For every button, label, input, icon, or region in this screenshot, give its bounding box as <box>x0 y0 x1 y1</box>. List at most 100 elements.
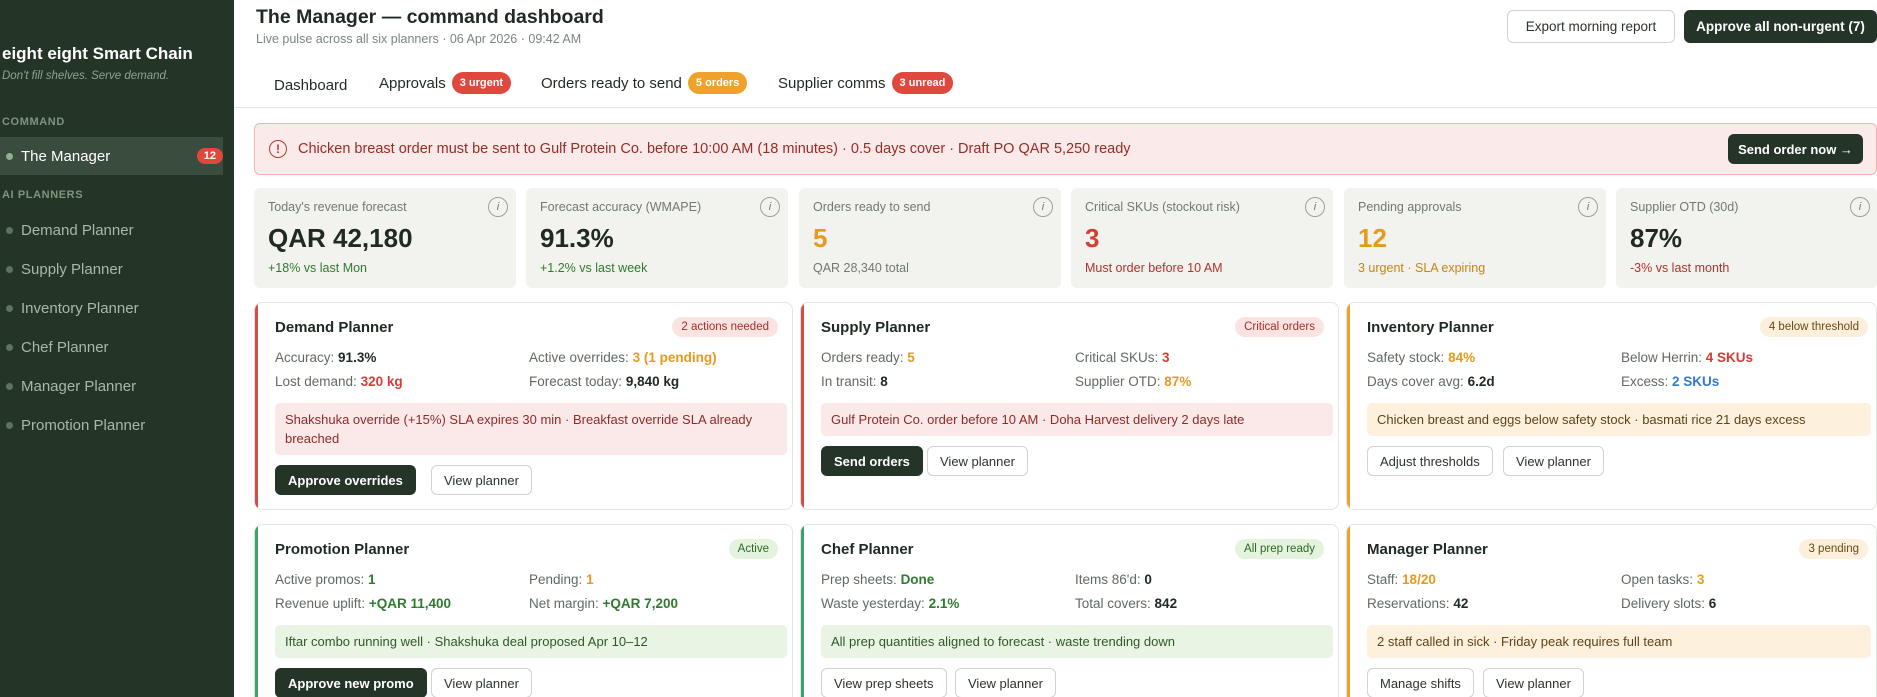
kpi-subtext: Must order before 10 AM <box>1085 261 1223 275</box>
card-title: Inventory Planner <box>1367 319 1494 336</box>
stat-staff: Staff: 18/20 <box>1367 572 1436 587</box>
sidebar-item-promotion-planner[interactable]: Promotion Planner <box>0 406 223 444</box>
manage-shifts-button[interactable]: Manage shifts <box>1367 668 1474 697</box>
page-title: The Manager — command dashboard <box>256 6 604 28</box>
sidebar-item-manager-planner[interactable]: Manager Planner <box>0 367 223 405</box>
kpi-label: Critical SKUs (stockout risk) <box>1085 200 1240 214</box>
sidebar-item-demand-planner[interactable]: Demand Planner <box>0 211 223 249</box>
send-orders-button[interactable]: Send orders <box>821 446 923 476</box>
planner-card-chef: Chef Planner All prep ready Prep sheets:… <box>800 524 1339 697</box>
kpi-label: Orders ready to send <box>813 200 931 214</box>
stat-reservations: Reservations: 42 <box>1367 596 1469 611</box>
sidebar-item-label: Manager Planner <box>21 377 137 395</box>
card-accent <box>1347 303 1350 509</box>
send-order-now-button[interactable]: Send order now → <box>1728 134 1863 164</box>
card-note: Shakshuka override (+15%) SLA expires 30… <box>275 403 787 455</box>
info-icon[interactable]: i <box>760 197 780 217</box>
stat-critical-skus: Critical SKUs: 3 <box>1075 350 1170 365</box>
sidebar-count-badge: 12 <box>196 148 223 164</box>
urgent-alert-banner: ! Chicken breast order must be sent to G… <box>254 123 1877 175</box>
card-note: Gulf Protein Co. order before 10 AM · Do… <box>821 403 1333 436</box>
stat-active-promos: Active promos: 1 <box>275 572 376 587</box>
stat-net-margin: Net margin: +QAR 7,200 <box>529 596 678 611</box>
sidebar-item-label: Promotion Planner <box>21 416 146 434</box>
info-icon[interactable]: i <box>1033 197 1053 217</box>
card-accent <box>255 303 258 509</box>
kpi-subtext: +18% vs last Mon <box>268 261 368 275</box>
export-report-button[interactable]: Export morning report <box>1507 10 1675 43</box>
stat-safety-stock: Safety stock: 84% <box>1367 350 1476 365</box>
section-label-command: COMMAND <box>2 116 65 128</box>
planner-card-supply: Supply Planner Critical orders Orders re… <box>800 302 1339 510</box>
stat-revenue-uplift: Revenue uplift: +QAR 11,400 <box>275 596 452 611</box>
tab-badge: 5 orders <box>687 72 748 94</box>
planner-card-inventory: Inventory Planner 4 below threshold Safe… <box>1346 302 1877 510</box>
kpi-subtext: -3% vs last month <box>1630 261 1730 275</box>
sidebar-item-chef-planner[interactable]: Chef Planner <box>0 328 223 366</box>
stat-excess: Excess: 2 SKUs <box>1621 374 1720 389</box>
card-title: Chef Planner <box>821 541 914 558</box>
approve-all-button[interactable]: Approve all non-urgent (7) <box>1684 10 1877 43</box>
sidebar-item-label: Supply Planner <box>21 260 123 278</box>
kpi-value: 12 <box>1358 223 1387 253</box>
status-badge: 3 pending <box>1799 539 1868 559</box>
kpi-card-pending-approvals: Pending approvals i 12 3 urgent · SLA ex… <box>1344 188 1606 288</box>
view-planner-button[interactable]: View planner <box>955 668 1056 697</box>
info-icon[interactable]: i <box>1305 197 1325 217</box>
view-planner-button[interactable]: View planner <box>1483 668 1584 697</box>
sidebar-item-supply-planner[interactable]: Supply Planner <box>0 250 223 288</box>
planner-card-manager: Manager Planner 3 pending Staff: 18/20 O… <box>1346 524 1877 697</box>
stat-orders-ready: Orders ready: 5 <box>821 350 915 365</box>
tab-approvals[interactable]: Approvals 3 urgent <box>379 72 512 94</box>
brand-tagline: Don't fill shelves. Serve demand. <box>2 70 170 82</box>
brand-name: eight eight Smart Chain <box>2 44 193 63</box>
approve-overrides-button[interactable]: Approve overrides <box>275 465 416 495</box>
view-planner-button[interactable]: View planner <box>431 668 532 697</box>
kpi-label: Pending approvals <box>1358 200 1462 214</box>
kpi-card-revenue-forecast: Today's revenue forecast i QAR 42,180 +1… <box>254 188 516 288</box>
card-title: Manager Planner <box>1367 541 1488 558</box>
page-subtitle: Live pulse across all six planners · 06 … <box>256 32 582 46</box>
sidebar-item-the-manager[interactable]: The Manager 12 <box>0 137 223 175</box>
card-note: Iftar combo running well · Shakshuka dea… <box>275 625 787 658</box>
card-title: Promotion Planner <box>275 541 410 558</box>
bullet-icon <box>6 265 13 273</box>
sidebar-item-inventory-planner[interactable]: Inventory Planner <box>0 289 223 327</box>
stat-pending: Pending: 1 <box>529 572 594 587</box>
kpi-label: Today's revenue forecast <box>268 200 407 214</box>
tab-supplier-comms[interactable]: Supplier comms 3 unread <box>778 72 954 94</box>
kpi-card-orders-ready: Orders ready to send i 5 QAR 28,340 tota… <box>799 188 1061 288</box>
bullet-icon <box>6 226 13 234</box>
info-icon[interactable]: i <box>488 197 508 217</box>
info-icon[interactable]: i <box>1578 197 1598 217</box>
adjust-thresholds-button[interactable]: Adjust thresholds <box>1367 446 1493 476</box>
stat-total-covers: Total covers: 842 <box>1075 596 1178 611</box>
kpi-subtext: QAR 28,340 total <box>813 261 909 275</box>
card-note: Chicken breast and eggs below safety sto… <box>1367 403 1871 436</box>
stat-lost-demand: Lost demand: 320 kg <box>275 374 403 389</box>
stat-prep-sheets: Prep sheets: Done <box>821 572 935 587</box>
approve-new-promo-button[interactable]: Approve new promo <box>275 668 427 697</box>
kpi-value: 3 <box>1085 223 1100 253</box>
tab-dashboard[interactable]: Dashboard <box>274 77 347 94</box>
stat-waste-yesterday: Waste yesterday: 2.1% <box>821 596 960 611</box>
view-planner-button[interactable]: View planner <box>1503 446 1604 476</box>
stat-forecast-today: Forecast today: 9,840 kg <box>529 374 680 389</box>
kpi-subtext: +1.2% vs last week <box>540 261 648 275</box>
tab-badge: 3 unread <box>891 72 954 94</box>
kpi-label: Supplier OTD (30d) <box>1630 200 1739 214</box>
stat-items-86d: Items 86'd: 0 <box>1075 572 1152 587</box>
stat-active-overrides: Active overrides: 3 (1 pending) <box>529 350 717 365</box>
view-planner-button[interactable]: View planner <box>927 446 1028 476</box>
card-title: Supply Planner <box>821 319 931 336</box>
planner-card-promotion: Promotion Planner Active Active promos: … <box>254 524 793 697</box>
kpi-value: 87% <box>1630 223 1683 253</box>
view-planner-button[interactable]: View planner <box>431 465 532 495</box>
card-accent <box>801 303 804 509</box>
alert-message: Chicken breast order must be sent to Gul… <box>298 141 1131 157</box>
bullet-icon <box>6 382 13 390</box>
view-prep-sheets-button[interactable]: View prep sheets <box>821 668 947 697</box>
tab-orders-ready[interactable]: Orders ready to send 5 orders <box>541 72 748 94</box>
info-icon[interactable]: i <box>1850 197 1870 217</box>
sidebar-item-label: Inventory Planner <box>21 299 139 317</box>
